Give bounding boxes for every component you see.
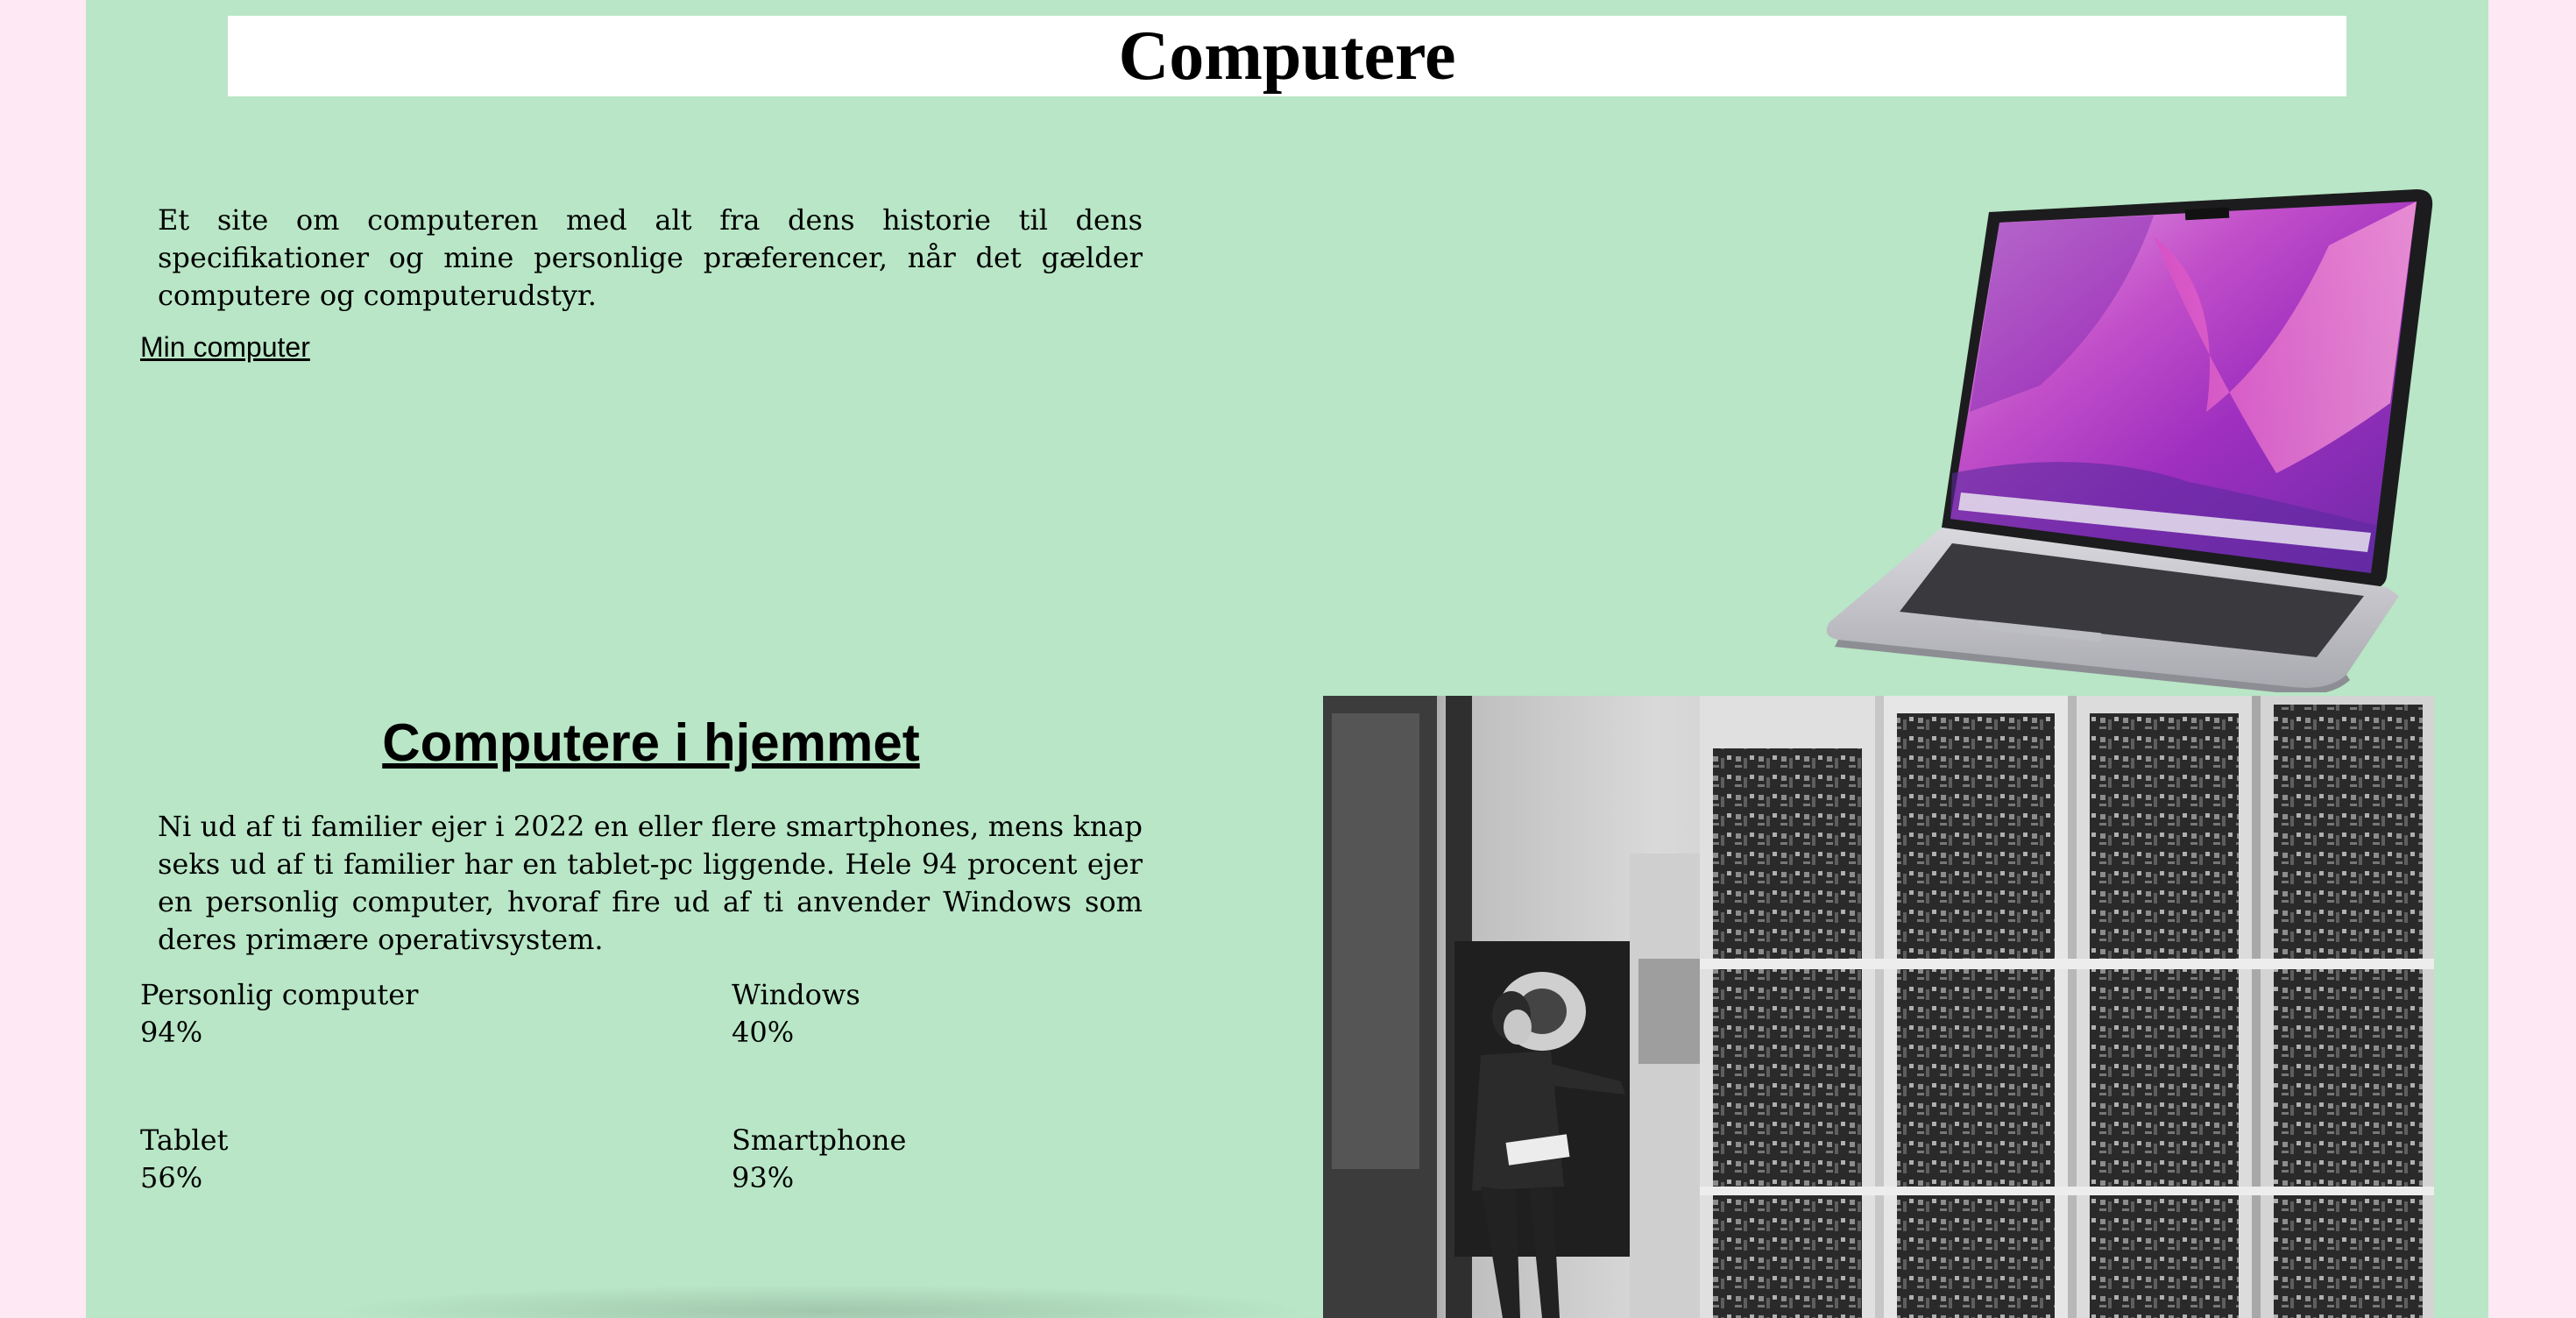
content-area: Computere Et site om computeren med alt … [86, 0, 2488, 1318]
stat-tablet: Tablet 56% [140, 1122, 228, 1197]
laptop-image [1826, 189, 2433, 692]
stat-label: Windows [732, 978, 860, 1011]
bottom-shadow [331, 1285, 1313, 1318]
stat-smartphone: Smartphone 93% [732, 1122, 906, 1197]
stat-value: 56% [140, 1161, 203, 1194]
section-title: Computere i hjemmet [382, 713, 920, 772]
header-banner: Computere [228, 16, 2346, 96]
stat-value: 93% [732, 1161, 795, 1194]
stat-windows: Windows 40% [732, 976, 860, 1052]
stat-label: Tablet [140, 1123, 229, 1157]
section-text: Ni ud af ti familier ejer i 2022 en elle… [158, 810, 1143, 956]
intro-text: Et site om computeren med alt fra dens h… [158, 203, 1143, 312]
stat-personal-computer: Personlig computer 94% [140, 976, 418, 1052]
stat-value: 40% [732, 1016, 795, 1049]
mainframe-photo [1323, 696, 2434, 1318]
page-title: Computere [1118, 18, 1456, 95]
stat-value: 94% [140, 1016, 203, 1049]
stat-label: Smartphone [732, 1123, 907, 1157]
stat-label: Personlig computer [140, 978, 419, 1011]
my-computer-link[interactable]: Min computer [140, 330, 310, 365]
